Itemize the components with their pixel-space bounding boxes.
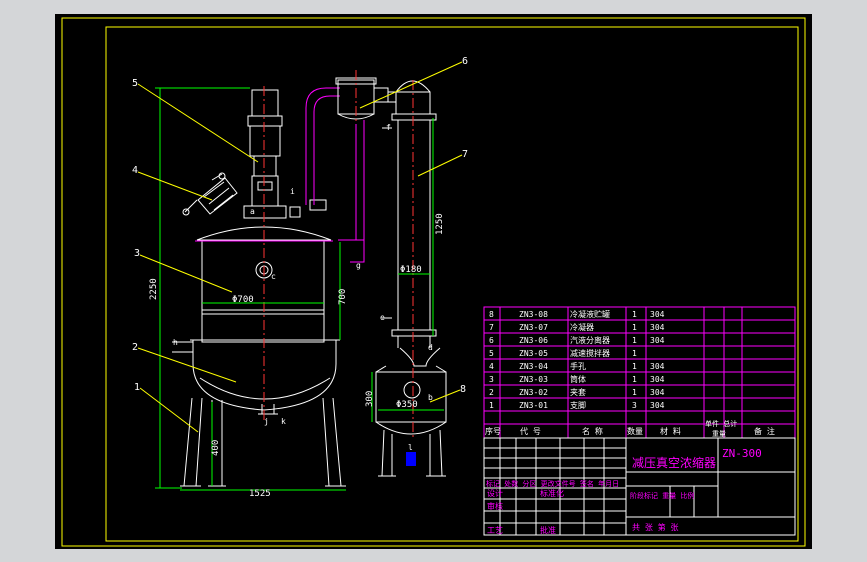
cad-drawing: 2250 1250 700 300 400 1525 Φ700 Φ180 Φ35…: [55, 14, 812, 549]
part-code: ZN3-08: [519, 310, 548, 319]
part-no: 1: [489, 401, 494, 410]
title-block-process: 工艺: [487, 526, 503, 535]
part-qty: 1: [632, 349, 637, 358]
part-code: ZN3-04: [519, 362, 548, 371]
nozzle-h: h: [173, 338, 178, 347]
balloon-1: 1: [134, 382, 140, 393]
part-name: 夹套: [570, 387, 586, 397]
part-name: 减速搅拌器: [570, 348, 610, 358]
dim-tank-dia: Φ350: [396, 400, 418, 410]
part-mat: 304: [650, 401, 665, 410]
part-code: ZN3-05: [519, 349, 548, 358]
part-code: ZN3-03: [519, 375, 548, 384]
nozzle-c: c: [271, 272, 276, 281]
header-name: 名 称: [582, 426, 603, 436]
balloon-3: 3: [134, 248, 140, 259]
part-qty: 1: [632, 388, 637, 397]
title-block-stage-row: 阶段标记 重量 比例: [630, 491, 694, 500]
nozzle-e: e: [380, 313, 385, 322]
part-no: 4: [489, 362, 494, 371]
bottom-valve-icon: [406, 452, 416, 466]
part-qty: 1: [632, 336, 637, 345]
nozzle-f: f: [386, 123, 391, 132]
part-qty: 1: [632, 375, 637, 384]
drawing-title: 减压真空浓缩器: [632, 455, 716, 470]
dim-column-dia: Φ180: [400, 265, 422, 275]
part-mat: 304: [650, 388, 665, 397]
part-no: 5: [489, 349, 494, 358]
nozzle-i: i: [290, 187, 295, 196]
title-block-standardize: 标准化: [540, 488, 564, 498]
dim-column-height: 1250: [435, 213, 445, 235]
part-name: 筒体: [570, 374, 586, 384]
part-code: ZN3-06: [519, 336, 548, 345]
part-mat: 304: [650, 362, 665, 371]
part-code: ZN3-01: [519, 401, 548, 410]
balloon-2: 2: [132, 342, 138, 353]
header-code: 代 号: [520, 426, 541, 436]
header-no: 序号: [485, 426, 501, 436]
nozzle-a: a: [250, 207, 255, 216]
balloon-7: 7: [462, 149, 468, 160]
dim-overall-height: 2250: [149, 278, 159, 300]
part-mat: 304: [650, 310, 665, 319]
nozzle-g: g: [356, 261, 361, 270]
part-mat: 304: [650, 323, 665, 332]
nozzle-b: b: [428, 393, 433, 402]
part-qty: 1: [632, 310, 637, 319]
header-weight-top: 单件 总计: [705, 419, 737, 428]
part-no: 6: [489, 336, 494, 345]
part-name: 支脚: [570, 400, 586, 410]
balloon-5: 5: [132, 78, 138, 89]
dim-vessel-dia: Φ700: [232, 295, 254, 305]
part-no: 7: [489, 323, 494, 332]
part-no: 2: [489, 388, 494, 397]
dim-tank-h: 300: [365, 391, 375, 407]
part-name: 手孔: [570, 361, 586, 371]
dim-width: 1525: [249, 489, 271, 499]
title-block-approve: 批准: [540, 525, 556, 535]
balloon-6: 6: [462, 56, 468, 67]
part-mat: 304: [650, 375, 665, 384]
nozzle-k: k: [281, 417, 286, 426]
part-qty: 1: [632, 362, 637, 371]
title-block-review: 审核: [487, 501, 503, 511]
part-qty: 1: [632, 323, 637, 332]
part-mat: 304: [650, 336, 665, 345]
title-block-sheets-row: 共 张 第 张: [632, 522, 678, 532]
dim-vessel-h: 700: [338, 289, 348, 305]
part-no: 3: [489, 375, 494, 384]
header-remark: 备 注: [754, 426, 775, 436]
balloon-8: 8: [460, 384, 466, 395]
title-block-revision-row: 标记 处数 分区 更改文件号 签名 年月日: [486, 479, 619, 488]
nozzle-j: j: [264, 417, 269, 426]
title-block-design: 设计: [487, 488, 503, 498]
part-no: 8: [489, 310, 494, 319]
part-code: ZN3-02: [519, 388, 548, 397]
header-qty: 数量: [627, 426, 643, 436]
nozzle-d: d: [428, 343, 433, 352]
part-name: 汽液分离器: [570, 335, 610, 345]
drawing-model: ZN-300: [722, 447, 762, 460]
dim-leg-h: 400: [211, 440, 221, 456]
part-qty: 3: [632, 401, 637, 410]
part-name: 冷凝液贮罐: [570, 309, 610, 319]
part-code: ZN3-07: [519, 323, 548, 332]
part-name: 冷凝器: [570, 322, 594, 332]
balloon-4: 4: [132, 165, 138, 176]
header-weight-bottom: 重量: [712, 430, 726, 438]
header-material: 材 料: [660, 426, 681, 436]
nozzle-l: l: [408, 443, 413, 452]
